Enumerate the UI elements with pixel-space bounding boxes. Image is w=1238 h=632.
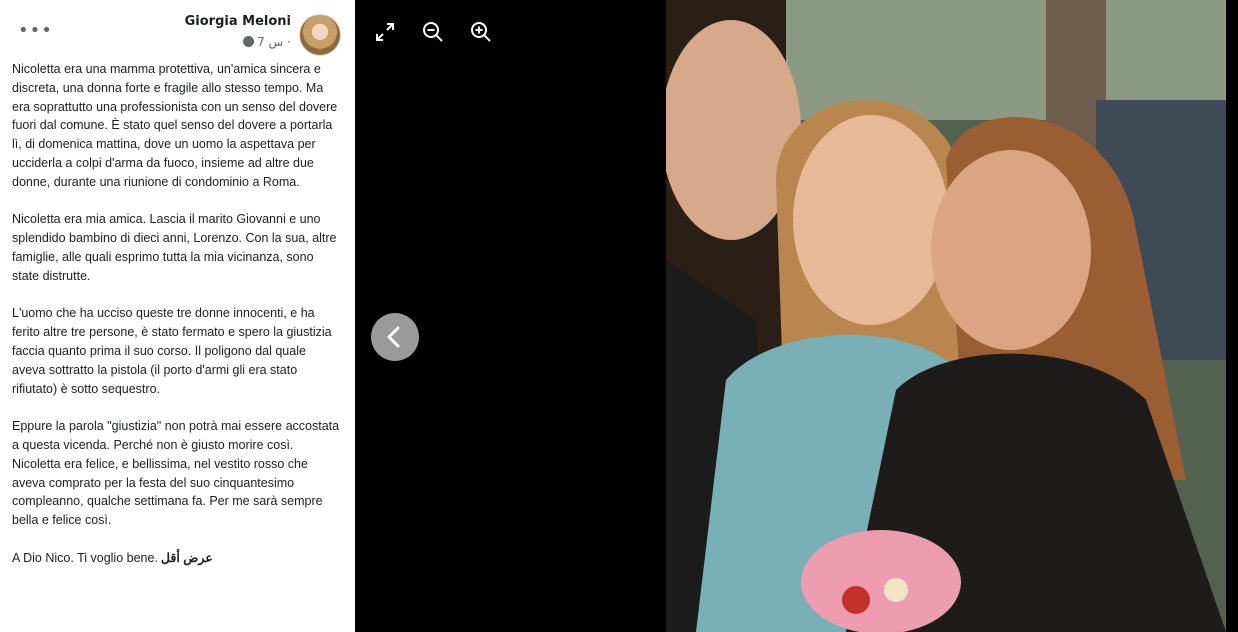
post-time[interactable]: 7 س [257,35,283,49]
post-paragraph: Nicoletta era una mamma protettiva, un'a… [12,62,338,189]
meta-separator: · [287,35,291,49]
post-photo[interactable] [666,0,1226,632]
previous-photo-button[interactable] [371,313,419,361]
author-name[interactable]: Giorgia Meloni [185,14,291,29]
post-paragraph: Nicoletta era felice, e bellissima, nel … [12,456,323,528]
post-header: ••• Giorgia Meloni 7 س · [0,0,355,58]
post-paragraph: Nicoletta era mia amica. Lascia il marit… [12,212,337,283]
post-paragraph: A Dio Nico. Ti voglio bene. [12,550,158,565]
globe-icon [243,36,255,47]
zoom-in-icon[interactable] [469,20,493,44]
expand-icon[interactable] [373,20,397,44]
post-paragraph: Eppure la parola "giustizia" non potrà m… [12,419,340,452]
see-less-link[interactable]: عرض أقل [161,551,213,565]
post-meta: 7 س · [243,35,291,49]
zoom-out-icon[interactable] [421,20,445,44]
photo-illustration [666,0,1226,632]
post-last-line: A Dio Nico. Ti voglio bene. عرض أقل [12,549,342,568]
post-text: Nicoletta era una mamma protettiva, un'a… [12,60,342,568]
chevron-left-icon [387,326,400,348]
post-paragraph: L'uomo che ha ucciso queste tre donne in… [12,306,332,396]
post-panel: ••• Giorgia Meloni 7 س · Nicoletta era un… [0,0,355,632]
avatar[interactable] [299,14,341,56]
more-options-icon[interactable]: ••• [18,22,52,40]
